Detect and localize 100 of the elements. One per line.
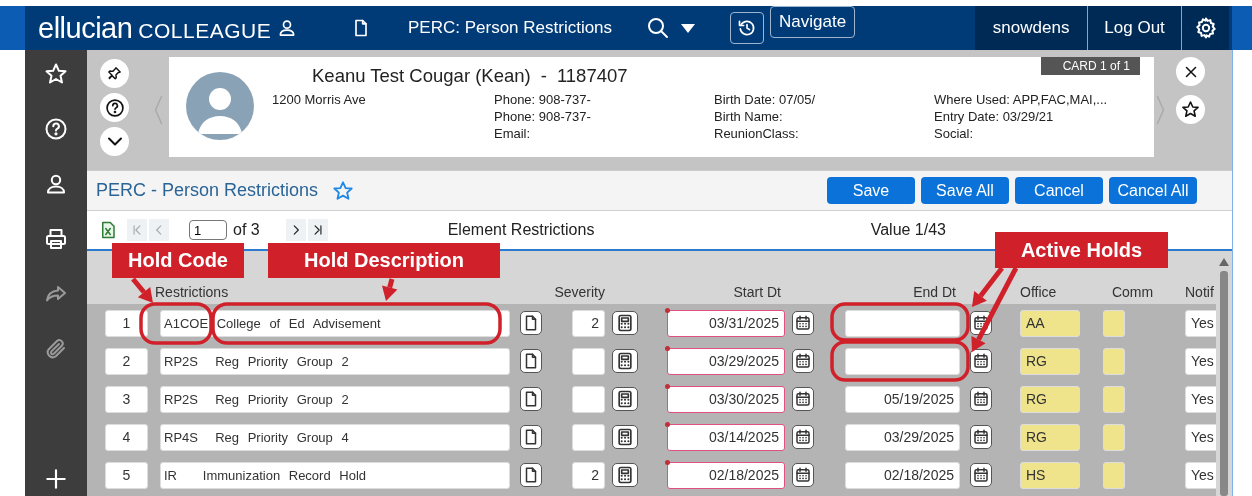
favorites-button[interactable] bbox=[44, 62, 68, 86]
detail-text: Social: bbox=[934, 126, 975, 141]
detail-text: ReunionClass: bbox=[714, 126, 800, 141]
attach-button[interactable] bbox=[44, 337, 68, 361]
document-button[interactable] bbox=[520, 311, 542, 335]
row-number: 4 bbox=[105, 423, 148, 451]
history-button[interactable] bbox=[730, 12, 764, 44]
notify-field[interactable]: Yes bbox=[1185, 423, 1216, 451]
print-button[interactable] bbox=[44, 227, 68, 251]
calculator-button[interactable] bbox=[612, 349, 638, 373]
restriction-field[interactable]: IR Immunization Record Hold bbox=[160, 461, 510, 489]
start-date-field[interactable]: 03/31/2025 bbox=[667, 309, 785, 337]
form-button[interactable]: Save All bbox=[921, 177, 1009, 204]
restriction-field[interactable]: RP2S Reg Priority Group 2 bbox=[160, 385, 510, 413]
calculator-button[interactable] bbox=[612, 463, 638, 487]
form-button[interactable]: Cancel bbox=[1015, 177, 1103, 204]
calendar-button[interactable] bbox=[970, 349, 992, 373]
calendar-icon bbox=[972, 428, 990, 446]
calendar-button[interactable] bbox=[792, 463, 814, 487]
end-date-field[interactable] bbox=[845, 347, 960, 375]
comm-field[interactable] bbox=[1103, 423, 1125, 451]
calendar-icon bbox=[972, 314, 990, 332]
calendar-icon bbox=[794, 314, 812, 332]
office-field[interactable]: RG bbox=[1020, 347, 1080, 375]
row-number: 2 bbox=[105, 347, 148, 375]
restriction-field[interactable]: RP2S Reg Priority Group 2 bbox=[160, 347, 510, 375]
end-date-field[interactable] bbox=[845, 309, 960, 337]
document-button[interactable] bbox=[520, 463, 542, 487]
form-button[interactable]: Cancel All bbox=[1109, 177, 1197, 204]
dropdown-button[interactable] bbox=[680, 22, 696, 34]
restriction-field[interactable]: RP4S Reg Priority Group 4 bbox=[160, 423, 510, 451]
column-header: Severity bbox=[554, 284, 605, 300]
document-button[interactable] bbox=[520, 387, 542, 411]
pin-button[interactable] bbox=[100, 59, 129, 88]
add-button[interactable] bbox=[43, 466, 69, 492]
calendar-button[interactable] bbox=[970, 425, 992, 449]
calendar-icon bbox=[972, 390, 990, 408]
notify-field[interactable]: Yes bbox=[1185, 461, 1216, 489]
form-button[interactable]: Save bbox=[827, 177, 915, 204]
comm-field[interactable] bbox=[1103, 385, 1125, 413]
calculator-button[interactable] bbox=[612, 425, 638, 449]
calendar-button[interactable] bbox=[792, 311, 814, 335]
calculator-button[interactable] bbox=[612, 387, 638, 411]
calendar-button[interactable] bbox=[792, 387, 814, 411]
callout-label: Hold Code bbox=[112, 243, 244, 278]
calendar-icon bbox=[972, 352, 990, 370]
person-name: Keanu Test Cougar (Kean) bbox=[312, 65, 531, 87]
logout-button[interactable]: Log Out bbox=[1087, 6, 1182, 50]
notify-field[interactable]: Yes bbox=[1185, 385, 1216, 413]
pager-button[interactable] bbox=[285, 219, 306, 241]
settings-button[interactable] bbox=[1181, 6, 1230, 50]
comm-field[interactable] bbox=[1103, 347, 1125, 375]
pager-button[interactable] bbox=[307, 219, 328, 241]
comm-field[interactable] bbox=[1103, 461, 1125, 489]
severity-field[interactable]: 2 bbox=[572, 309, 605, 337]
calculator-icon bbox=[615, 351, 635, 371]
star-icon bbox=[332, 179, 355, 202]
scrollbar[interactable] bbox=[1216, 251, 1232, 496]
profile-button[interactable] bbox=[44, 172, 68, 196]
expand-button[interactable] bbox=[100, 127, 129, 156]
calendar-button[interactable] bbox=[970, 387, 992, 411]
calculator-button[interactable] bbox=[612, 311, 638, 335]
office-field[interactable]: HS bbox=[1020, 461, 1080, 489]
severity-field[interactable]: 2 bbox=[572, 461, 605, 489]
arrow bbox=[131, 277, 153, 303]
document-button[interactable] bbox=[520, 349, 542, 373]
calendar-button[interactable] bbox=[970, 463, 992, 487]
search-button[interactable] bbox=[646, 16, 670, 40]
office-field[interactable]: RG bbox=[1020, 385, 1080, 413]
severity-field[interactable] bbox=[572, 423, 605, 451]
page-field[interactable]: 1 bbox=[189, 220, 227, 240]
start-date-field[interactable]: 02/18/2025 bbox=[667, 461, 785, 489]
calendar-icon bbox=[794, 428, 812, 446]
office-field[interactable]: RG bbox=[1020, 423, 1080, 451]
comm-field[interactable] bbox=[1103, 309, 1125, 337]
office-field[interactable]: AA bbox=[1020, 309, 1080, 337]
notify-field[interactable]: Yes bbox=[1185, 347, 1216, 375]
severity-field[interactable] bbox=[572, 347, 605, 375]
document-button[interactable] bbox=[520, 425, 542, 449]
start-date-field[interactable]: 03/30/2025 bbox=[667, 385, 785, 413]
favorite-button[interactable] bbox=[1176, 95, 1205, 124]
star-icon bbox=[1181, 100, 1200, 119]
calendar-button[interactable] bbox=[792, 425, 814, 449]
end-date-field[interactable]: 02/18/2025 bbox=[845, 461, 960, 489]
detail-text: Where Used: APP,FAC,MAI,... bbox=[934, 92, 1109, 107]
end-date-field[interactable]: 03/29/2025 bbox=[845, 423, 960, 451]
severity-field[interactable] bbox=[572, 385, 605, 413]
navigate-button[interactable]: Navigate bbox=[770, 6, 856, 38]
end-date-field[interactable]: 05/19/2025 bbox=[845, 385, 960, 413]
start-date-field[interactable]: 03/29/2025 bbox=[667, 347, 785, 375]
calculator-icon bbox=[615, 465, 635, 485]
restriction-field[interactable]: A1COE College of Ed Advisement bbox=[160, 309, 510, 337]
person-id: 1187407 bbox=[556, 65, 628, 87]
help-button[interactable] bbox=[44, 117, 68, 141]
scroll-up-icon[interactable] bbox=[1218, 257, 1230, 267]
start-date-field[interactable]: 03/14/2025 bbox=[667, 423, 785, 451]
notify-field[interactable]: Yes bbox=[1185, 309, 1216, 337]
calendar-button[interactable] bbox=[792, 349, 814, 373]
close-button[interactable] bbox=[1176, 57, 1205, 86]
help-button[interactable] bbox=[100, 93, 129, 122]
